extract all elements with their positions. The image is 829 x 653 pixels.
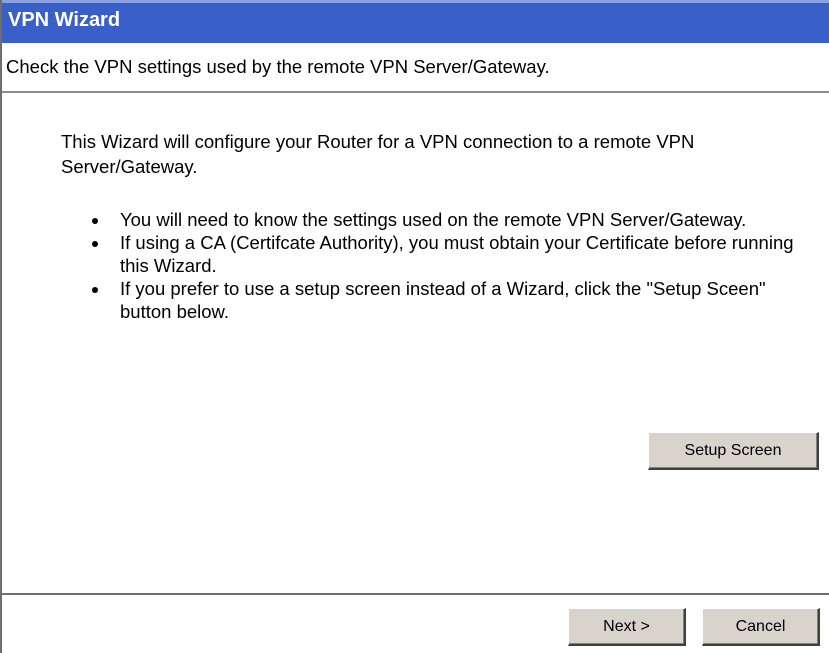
list-item-text: If you prefer to use a setup screen inst… (120, 278, 766, 322)
instruction-list: You will need to know the settings used … (80, 208, 820, 323)
next-button[interactable]: Next > (568, 608, 686, 646)
list-item-text: If using a CA (Certifcate Authority), yo… (120, 232, 794, 276)
vpn-wizard-dialog: VPN Wizard Check the VPN settings used b… (0, 0, 829, 653)
subtitle-bar: Check the VPN settings used by the remot… (2, 43, 829, 93)
list-item: You will need to know the settings used … (80, 208, 820, 231)
wizard-content: This Wizard will configure your Router f… (2, 95, 829, 593)
subtitle-text: Check the VPN settings used by the remot… (6, 56, 550, 77)
intro-text: This Wizard will configure your Router f… (61, 131, 695, 177)
list-item: If you prefer to use a setup screen inst… (80, 277, 820, 323)
footer-bar: Next > Cancel (2, 593, 829, 653)
list-item: If using a CA (Certifcate Authority), yo… (80, 231, 820, 277)
window-title: VPN Wizard (8, 9, 121, 31)
title-bar: VPN Wizard (2, 0, 829, 43)
setup-screen-button[interactable]: Setup Screen (648, 432, 819, 470)
bullet-icon (92, 218, 98, 224)
list-item-text: You will need to know the settings used … (120, 209, 747, 230)
bullet-icon (92, 287, 98, 293)
bullet-icon (92, 241, 98, 247)
cancel-button[interactable]: Cancel (702, 608, 820, 646)
